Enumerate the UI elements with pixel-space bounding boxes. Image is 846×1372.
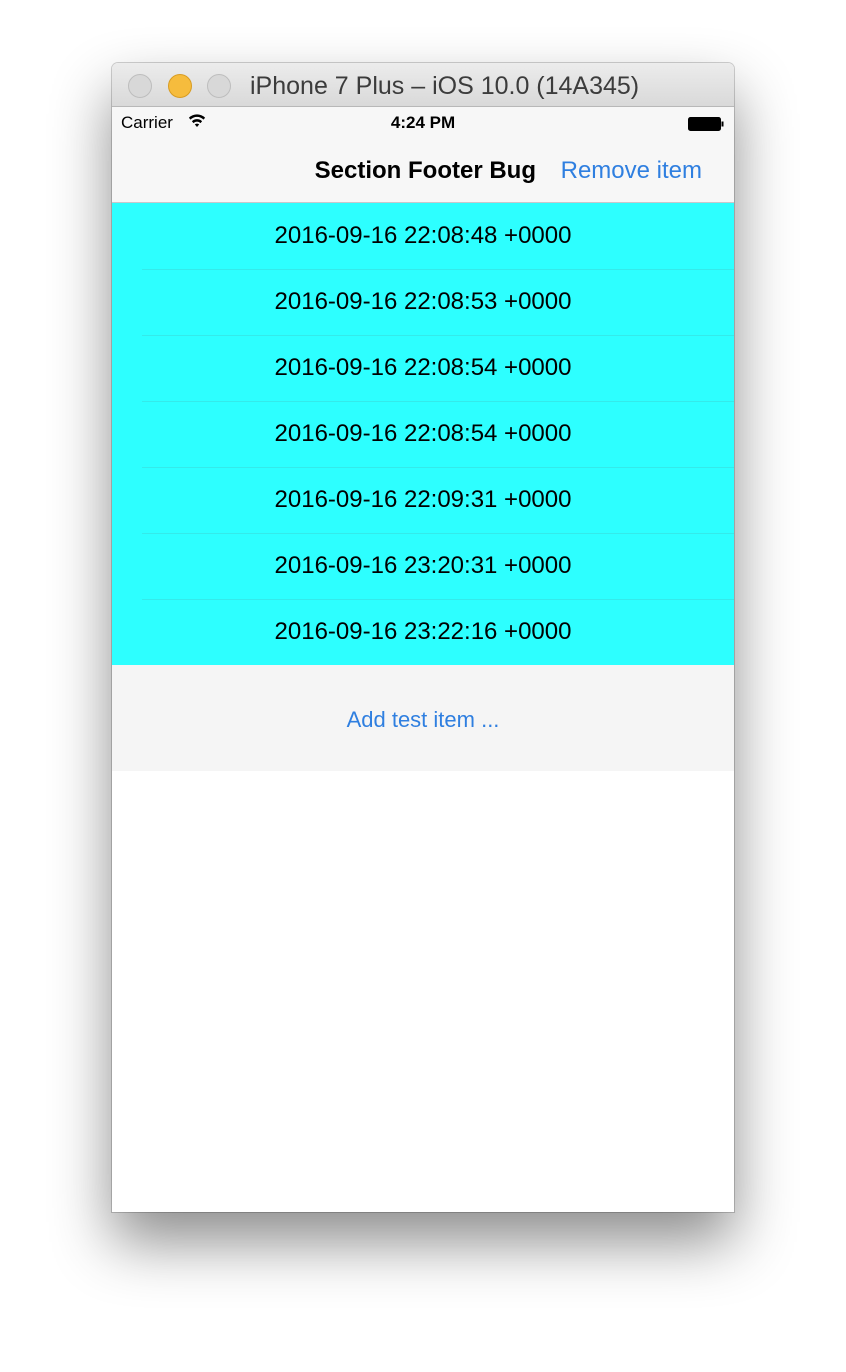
device-screen: Carrier 4:24 PM Section Footer Bug Remov…: [112, 107, 734, 1212]
remove-item-button[interactable]: Remove item: [561, 157, 702, 185]
navigation-bar: Section Footer Bug Remove item: [112, 139, 734, 203]
minimize-window-button[interactable]: [168, 74, 192, 98]
add-test-item-button[interactable]: Add test item ...: [347, 707, 500, 733]
window-title: iPhone 7 Plus – iOS 10.0 (14A345): [250, 72, 640, 100]
table-row[interactable]: 2016-09-16 23:22:16 +0000: [112, 599, 734, 665]
status-time: 4:24 PM: [390, 113, 456, 132]
table-row[interactable]: 2016-09-16 23:20:31 +0000: [112, 533, 734, 599]
table-row[interactable]: 2016-09-16 22:08:54 +0000: [112, 335, 734, 401]
nav-title: Section Footer Bug: [314, 157, 536, 184]
battery-icon: [688, 117, 724, 131]
table-row[interactable]: 2016-09-16 22:08:54 +0000: [112, 401, 734, 467]
table-row[interactable]: 2016-09-16 22:09:31 +0000: [112, 467, 734, 533]
window-titlebar[interactable]: iPhone 7 Plus – iOS 10.0 (14A345): [112, 63, 734, 107]
section-footer: Add test item ...: [112, 665, 734, 771]
simulator-window: iPhone 7 Plus – iOS 10.0 (14A345) Carrie…: [112, 63, 734, 1212]
table-row[interactable]: 2016-09-16 22:08:53 +0000: [112, 269, 734, 335]
table-row[interactable]: 2016-09-16 22:08:48 +0000: [112, 203, 734, 269]
close-window-button[interactable]: [128, 74, 152, 98]
zoom-window-button[interactable]: [207, 74, 231, 98]
table-view[interactable]: 2016-09-16 22:08:48 +0000 2016-09-16 22:…: [112, 203, 734, 771]
status-bar: Carrier 4:24 PM: [112, 107, 734, 139]
